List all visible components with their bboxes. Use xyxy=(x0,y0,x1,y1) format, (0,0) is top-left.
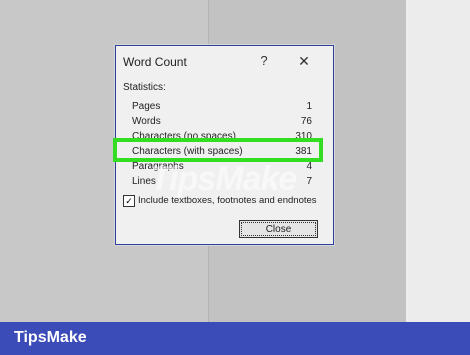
close-button[interactable]: Close xyxy=(239,220,318,238)
watermark-suffix: .com xyxy=(262,182,278,189)
stat-value: 7 xyxy=(306,176,312,187)
dialog-title: Word Count xyxy=(123,55,187,69)
include-textboxes-checkbox[interactable]: ✓ xyxy=(123,195,135,207)
close-icon[interactable]: ✕ xyxy=(296,53,312,69)
highlight-box xyxy=(113,138,323,162)
watermark-logo: TipsMake xyxy=(150,160,297,198)
stat-value: 4 xyxy=(306,161,312,172)
stat-value: 1 xyxy=(306,101,312,112)
stat-label: Words xyxy=(132,116,161,127)
footer-brand: TipsMake xyxy=(14,329,87,346)
stat-label: Pages xyxy=(132,101,161,112)
stat-row-pages: Pages 1 xyxy=(132,101,312,115)
document-page-right xyxy=(406,0,470,322)
help-icon[interactable]: ? xyxy=(256,53,272,69)
dialog-titlebar: Word Count ? ✕ xyxy=(116,46,333,76)
stat-row-words: Words 76 xyxy=(132,116,312,130)
stat-value: 76 xyxy=(300,116,312,127)
footer-bar: TipsMake xyxy=(0,322,470,355)
statistics-label: Statistics: xyxy=(123,82,166,93)
